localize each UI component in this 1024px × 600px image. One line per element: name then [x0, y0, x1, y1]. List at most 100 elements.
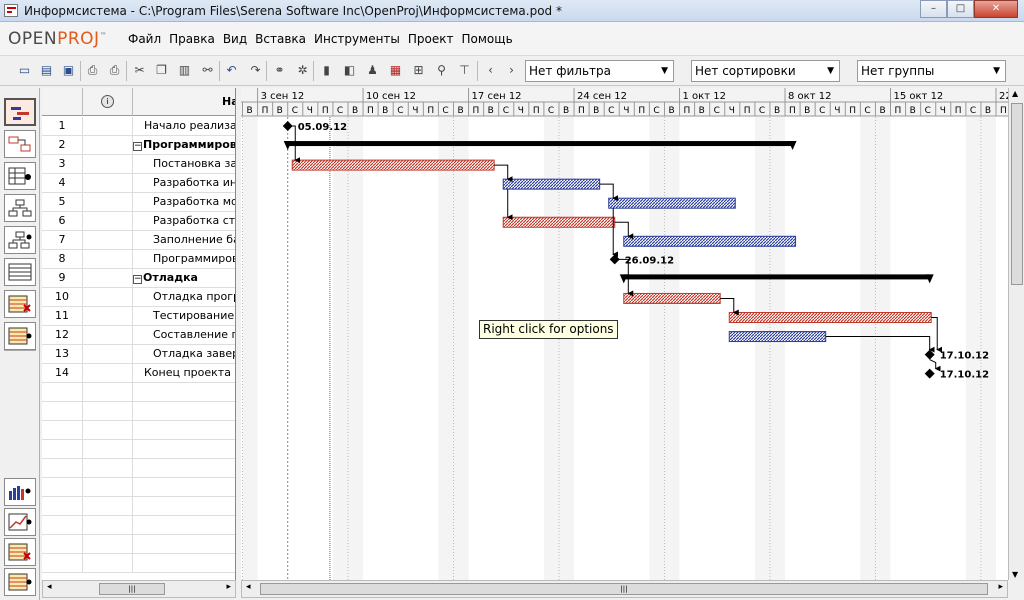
table-row[interactable]: 3 Постановка задачи: [42, 155, 235, 174]
minimize-button[interactable]: –: [920, 0, 947, 18]
row-id-cell[interactable]: [42, 554, 83, 573]
row-name-cell[interactable]: Тестирование интерфейса: [133, 307, 235, 326]
row-id-cell[interactable]: [42, 383, 83, 402]
group-select[interactable]: Нет группы ▼: [857, 60, 1006, 82]
table-row[interactable]: 6 Разработка структуры: [42, 212, 235, 231]
row-indicator-cell[interactable]: [83, 250, 133, 269]
open-icon[interactable]: ▤: [38, 62, 55, 79]
report-view-button[interactable]: [4, 258, 36, 286]
table-row[interactable]: 11 Тестирование интерфейса: [42, 307, 235, 326]
table-horizontal-scrollbar[interactable]: ◂ ||| ▸: [42, 580, 236, 598]
name-column-header[interactable]: Наименование: [133, 88, 235, 116]
row-id-cell[interactable]: [42, 402, 83, 421]
row-id-cell[interactable]: 12: [42, 326, 83, 345]
row-indicator-cell[interactable]: [83, 155, 133, 174]
table-row[interactable]: 4 Разработка интерфейса: [42, 174, 235, 193]
task-usage-detail-button[interactable]: [4, 538, 36, 566]
indicators-column-header[interactable]: i: [83, 88, 133, 116]
row-id-cell[interactable]: 1: [42, 117, 83, 136]
scroll-right-icon[interactable]: ›: [503, 62, 520, 79]
table-row[interactable]: [42, 402, 235, 421]
find-icon[interactable]: ⚯: [199, 62, 216, 79]
new-icon[interactable]: ▭: [16, 62, 33, 79]
row-name-cell[interactable]: −Программирование: [133, 136, 235, 155]
table-row[interactable]: 1 Начало реализации: [42, 117, 235, 136]
table-row[interactable]: [42, 554, 235, 573]
table-row[interactable]: 12 Составление программы: [42, 326, 235, 345]
row-indicator-cell[interactable]: [83, 383, 133, 402]
row-id-cell[interactable]: 5: [42, 193, 83, 212]
menu-tools[interactable]: Инструменты: [314, 32, 400, 46]
zoom-out-icon[interactable]: ⚲: [433, 62, 450, 79]
row-id-cell[interactable]: [42, 478, 83, 497]
unlink-icon[interactable]: ✲: [294, 62, 311, 79]
row-name-cell[interactable]: [133, 421, 235, 440]
scroll-left-icon[interactable]: ‹: [482, 62, 499, 79]
row-id-cell[interactable]: 2: [42, 136, 83, 155]
row-name-cell[interactable]: Начало реализации: [133, 117, 235, 136]
row-id-cell[interactable]: 13: [42, 345, 83, 364]
filter-icon[interactable]: ⊤: [456, 62, 473, 79]
row-indicator-cell[interactable]: [83, 193, 133, 212]
scrollbar-thumb[interactable]: |||: [99, 583, 165, 595]
row-id-cell[interactable]: 7: [42, 231, 83, 250]
menu-view[interactable]: Вид: [223, 32, 247, 46]
row-id-cell[interactable]: 3: [42, 155, 83, 174]
row-indicator-cell[interactable]: [83, 459, 133, 478]
row-indicator-cell[interactable]: [83, 535, 133, 554]
row-id-cell[interactable]: 10: [42, 288, 83, 307]
paste-icon[interactable]: ▥: [176, 62, 193, 79]
menu-project[interactable]: Проект: [408, 32, 454, 46]
row-indicator-cell[interactable]: [83, 554, 133, 573]
maximize-button[interactable]: □: [947, 0, 974, 18]
resource-usage-view-button[interactable]: [4, 322, 36, 350]
table-row[interactable]: 7 Заполнение базы: [42, 231, 235, 250]
resource-usage-detail-button[interactable]: [4, 568, 36, 596]
row-name-cell[interactable]: Разработка структуры: [133, 212, 235, 231]
undo-icon[interactable]: ↶: [223, 62, 240, 79]
row-id-cell[interactable]: [42, 516, 83, 535]
task-usage-view-button[interactable]: [4, 290, 36, 318]
id-column-header[interactable]: [42, 88, 83, 116]
table-row[interactable]: [42, 383, 235, 402]
assign-resources-icon[interactable]: ♟: [364, 62, 381, 79]
scroll-down-arrow-icon[interactable]: ▼: [1012, 570, 1018, 579]
row-name-cell[interactable]: [133, 383, 235, 402]
scroll-left-arrow-icon[interactable]: ◂: [246, 582, 251, 592]
scroll-left-arrow-icon[interactable]: ◂: [47, 582, 52, 592]
scrollbar-thumb[interactable]: |||: [260, 583, 988, 595]
gantt-vertical-scrollbar[interactable]: ▲ ▼: [1008, 88, 1024, 580]
sort-select[interactable]: Нет сортировки ▼: [691, 60, 840, 82]
charts-view-button[interactable]: [4, 508, 36, 536]
close-button[interactable]: ✕: [974, 0, 1018, 18]
row-indicator-cell[interactable]: [83, 326, 133, 345]
row-name-cell[interactable]: [133, 459, 235, 478]
menu-insert[interactable]: Вставка: [255, 32, 306, 46]
row-indicator-cell[interactable]: [83, 136, 133, 155]
link-icon[interactable]: ⚭: [271, 62, 288, 79]
print-icon[interactable]: ⎙: [84, 62, 101, 79]
histogram-view-button[interactable]: [4, 478, 36, 506]
cut-icon[interactable]: ✂: [131, 62, 148, 79]
scrollbar-thumb[interactable]: [1011, 103, 1023, 285]
row-indicator-cell[interactable]: [83, 117, 133, 136]
wbs-view-button[interactable]: [4, 194, 36, 222]
menu-help[interactable]: Помощь: [462, 32, 513, 46]
row-id-cell[interactable]: 14: [42, 364, 83, 383]
network-view-button[interactable]: [4, 130, 36, 158]
rbs-view-button[interactable]: [4, 226, 36, 254]
notes-icon[interactable]: ◧: [341, 62, 358, 79]
table-row[interactable]: 10 Отладка программы: [42, 288, 235, 307]
row-id-cell[interactable]: 6: [42, 212, 83, 231]
table-row[interactable]: [42, 459, 235, 478]
row-name-cell[interactable]: [133, 440, 235, 459]
row-name-cell[interactable]: [133, 478, 235, 497]
row-id-cell[interactable]: [42, 535, 83, 554]
row-name-cell[interactable]: Постановка задачи: [133, 155, 235, 174]
row-id-cell[interactable]: [42, 440, 83, 459]
row-indicator-cell[interactable]: [83, 364, 133, 383]
row-indicator-cell[interactable]: [83, 174, 133, 193]
row-id-cell[interactable]: [42, 459, 83, 478]
row-name-cell[interactable]: [133, 554, 235, 573]
table-row[interactable]: [42, 421, 235, 440]
